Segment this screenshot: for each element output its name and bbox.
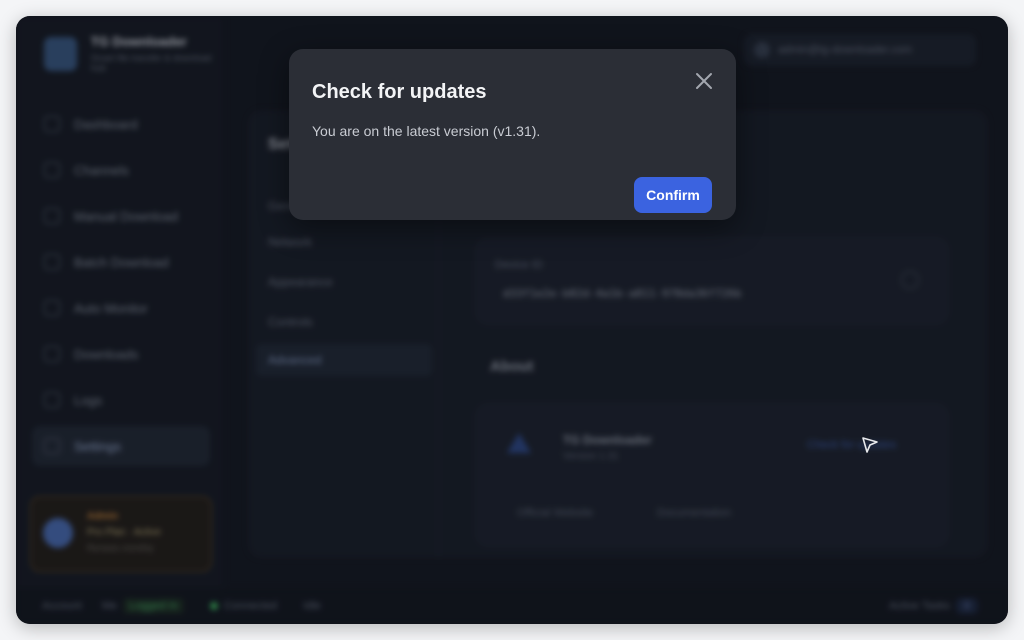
mouse-cursor-icon: [861, 436, 879, 459]
dialog-title: Check for updates: [312, 81, 487, 103]
close-icon[interactable]: [692, 69, 716, 93]
dialog-message: You are on the latest version (v1.31).: [312, 123, 541, 139]
app-window: TG Downloader Smart file transfer & down…: [16, 16, 1008, 624]
confirm-button[interactable]: Confirm: [634, 177, 712, 213]
update-dialog: Check for updates You are on the latest …: [289, 49, 736, 220]
